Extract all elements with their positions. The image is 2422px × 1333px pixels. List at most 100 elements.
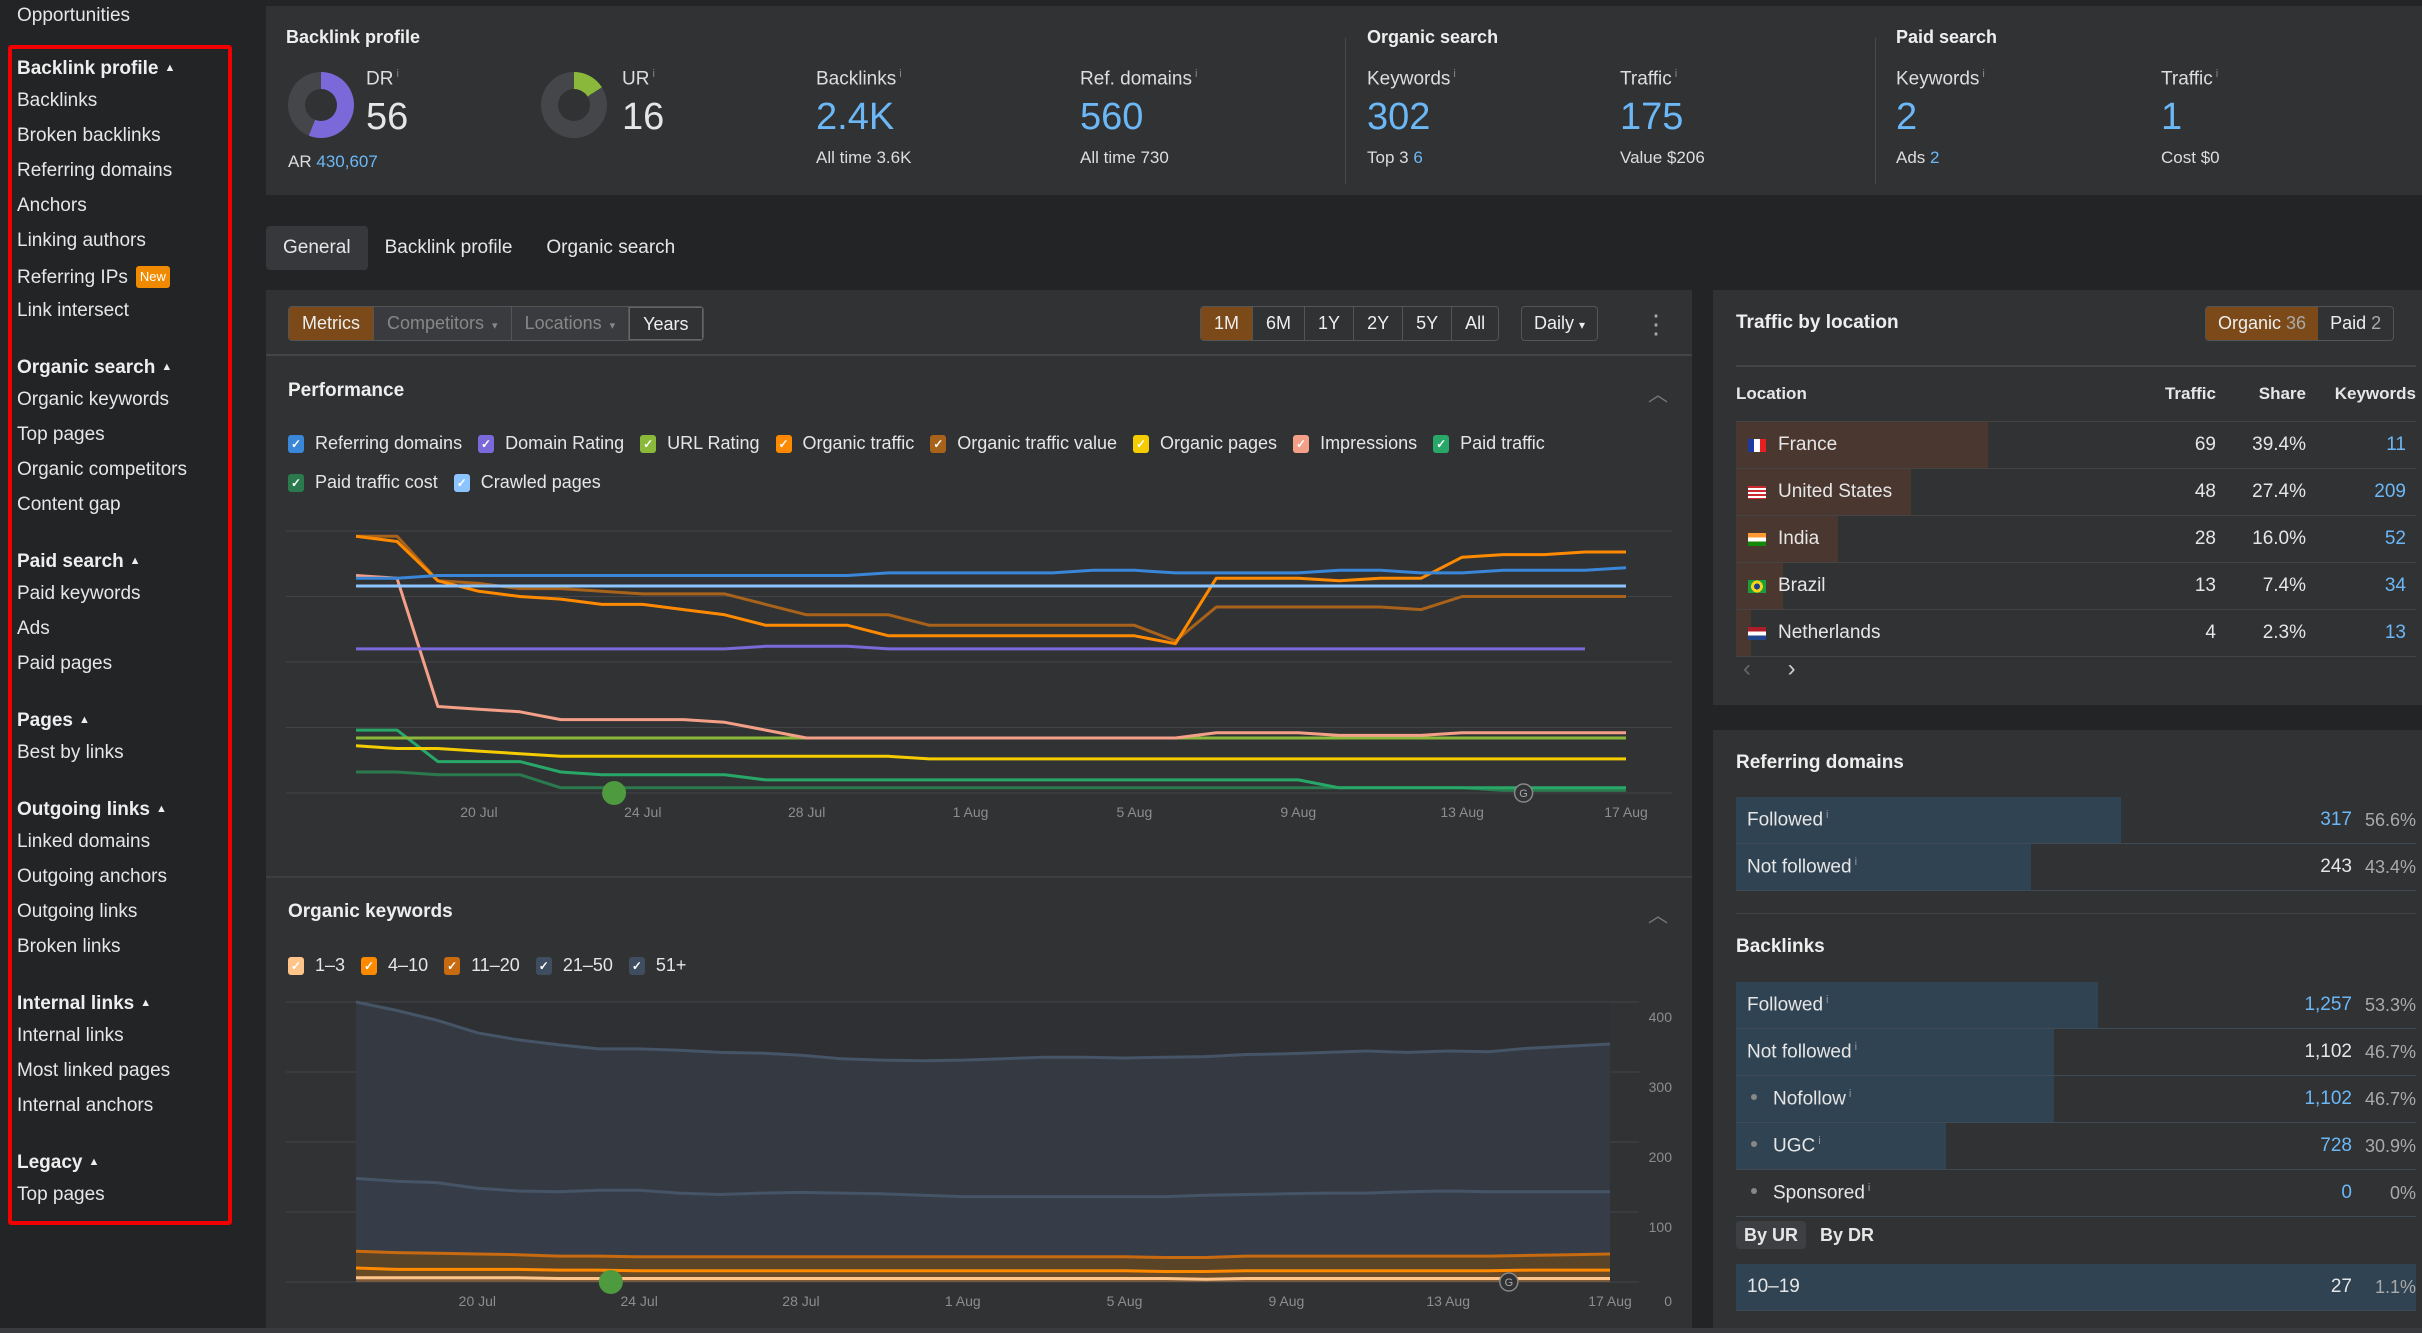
interval-dropdown[interactable]: Daily ▾ bbox=[1521, 306, 1599, 341]
keywords-cell[interactable]: 34 bbox=[2306, 575, 2416, 597]
checkbox-checked-icon[interactable]: ✓ bbox=[288, 956, 304, 975]
sidebar-item-internal-anchors[interactable]: Internal anchors bbox=[17, 1096, 227, 1131]
keywords-cell[interactable]: 52 bbox=[2306, 528, 2416, 550]
ads-value[interactable]: 2 bbox=[1930, 148, 1939, 167]
ref-domains-value[interactable]: 560 bbox=[1080, 96, 1197, 140]
info-icon[interactable]: i bbox=[1826, 994, 1828, 1006]
sidebar-item-content-gap[interactable]: Content gap bbox=[17, 495, 227, 530]
checkbox-checked-icon[interactable]: ✓ bbox=[288, 473, 304, 492]
sidebar-heading-pages[interactable]: Pages ▲ bbox=[17, 708, 227, 743]
sidebar-heading-paid-search[interactable]: Paid search ▲ bbox=[17, 549, 227, 584]
tab-backlink-profile[interactable]: Backlink profile bbox=[368, 226, 530, 270]
toggle-paid[interactable]: Paid 2 bbox=[2318, 307, 2393, 340]
sidebar-item-referring-domains[interactable]: Referring domains bbox=[17, 161, 227, 196]
sidebar-item-linked-domains[interactable]: Linked domains bbox=[17, 832, 227, 867]
breakdown-row-nofollow[interactable]: Nofollow i 1,102 46.7% bbox=[1736, 1076, 2416, 1123]
info-icon[interactable]: i bbox=[1818, 1135, 1820, 1147]
sidebar-item-organic-competitors[interactable]: Organic competitors bbox=[17, 460, 227, 495]
legend-item-1-3[interactable]: ✓ 1–3 bbox=[288, 946, 345, 985]
table-row[interactable]: Netherlands 4 2.3% 13 bbox=[1736, 610, 2416, 657]
keywords-cell[interactable]: 13 bbox=[2306, 622, 2416, 644]
range-6m-button[interactable]: 6M bbox=[1253, 307, 1306, 340]
legend-item-paid-traffic-cost[interactable]: ✓ Paid traffic cost bbox=[288, 463, 438, 502]
sidebar-item-backlinks[interactable]: Backlinks bbox=[17, 91, 227, 126]
legend-item-paid-traffic[interactable]: ✓ Paid traffic bbox=[1433, 424, 1545, 463]
count-value[interactable]: 728 bbox=[2262, 1135, 2352, 1157]
paid-traffic-value[interactable]: 1 bbox=[2161, 96, 2220, 140]
column-traffic[interactable]: Traffic bbox=[2146, 384, 2216, 404]
legend-item-impressions[interactable]: ✓ Impressions bbox=[1293, 424, 1417, 463]
breakdown-row-ugc[interactable]: UGC i 728 30.9% bbox=[1736, 1123, 2416, 1170]
subtab-by-ur[interactable]: By UR bbox=[1736, 1221, 1807, 1249]
sidebar-heading-backlink-profile[interactable]: Backlink profile ▲ bbox=[17, 56, 227, 91]
sidebar-item-outgoing-links[interactable]: Outgoing links bbox=[17, 902, 227, 937]
column-keywords[interactable]: Keywords bbox=[2306, 384, 2416, 404]
mode-locations-button[interactable]: Locations ▾ bbox=[511, 307, 630, 340]
range-2y-button[interactable]: 2Y bbox=[1354, 307, 1404, 340]
checkbox-checked-icon[interactable]: ✓ bbox=[1132, 434, 1149, 453]
keywords-cell[interactable]: 11 bbox=[2306, 434, 2416, 456]
sidebar-item-linking-authors[interactable]: Linking authors bbox=[17, 231, 227, 266]
sidebar-item-internal-links[interactable]: Internal links bbox=[17, 1026, 227, 1061]
sidebar-item-top-pages[interactable]: Top pages bbox=[17, 425, 227, 460]
sidebar-heading-outgoing-links[interactable]: Outgoing links ▲ bbox=[17, 797, 227, 832]
sidebar-item-anchors[interactable]: Anchors bbox=[17, 196, 227, 231]
column-share[interactable]: Share bbox=[2216, 384, 2306, 404]
count-value[interactable]: 1,257 bbox=[2262, 994, 2352, 1016]
checkbox-checked-icon[interactable]: ✓ bbox=[288, 434, 304, 453]
info-icon[interactable]: i bbox=[1849, 1088, 1851, 1100]
sidebar-item-paid-keywords[interactable]: Paid keywords bbox=[17, 584, 227, 619]
sidebar-item-paid-pages[interactable]: Paid pages bbox=[17, 654, 227, 689]
info-icon[interactable]: i bbox=[1195, 68, 1197, 80]
breakdown-row-followed[interactable]: Followed i 317 56.6% bbox=[1736, 797, 2416, 844]
location-name[interactable]: France bbox=[1778, 434, 1837, 456]
info-icon[interactable]: i bbox=[1868, 1182, 1870, 1194]
checkbox-checked-icon[interactable]: ✓ bbox=[535, 956, 552, 975]
info-icon[interactable]: i bbox=[652, 68, 654, 80]
table-row[interactable]: Brazil 13 7.4% 34 bbox=[1736, 563, 2416, 610]
mode-metrics-button[interactable]: Metrics bbox=[289, 307, 374, 340]
backlinks-value[interactable]: 2.4K bbox=[816, 96, 911, 140]
legend-item-21-50[interactable]: ✓ 21–50 bbox=[535, 946, 613, 985]
info-icon[interactable]: i bbox=[1826, 809, 1828, 821]
info-icon[interactable]: i bbox=[899, 68, 901, 80]
mode-competitors-button[interactable]: Competitors ▾ bbox=[374, 307, 512, 340]
count-value[interactable]: 317 bbox=[2262, 809, 2352, 831]
checkbox-checked-icon[interactable]: ✓ bbox=[628, 956, 645, 975]
location-name[interactable]: Brazil bbox=[1778, 575, 1826, 597]
breakdown-row-not-followed[interactable]: Not followed i 243 43.4% bbox=[1736, 844, 2416, 891]
sidebar-item-broken-backlinks[interactable]: Broken backlinks bbox=[17, 126, 227, 161]
collapse-icon[interactable]: ︿ bbox=[1648, 899, 1668, 928]
column-location[interactable]: Location bbox=[1736, 384, 2146, 404]
info-icon[interactable]: i bbox=[2216, 68, 2218, 80]
sidebar-item-link-intersect[interactable]: Link intersect bbox=[17, 301, 227, 336]
breakdown-row-not-followed[interactable]: Not followed i 1,102 46.7% bbox=[1736, 1029, 2416, 1076]
legend-item-crawled-pages[interactable]: ✓ Crawled pages bbox=[453, 463, 601, 502]
range-all-button[interactable]: All bbox=[1452, 307, 1498, 340]
breakdown-row-followed[interactable]: Followed i 1,257 53.3% bbox=[1736, 982, 2416, 1029]
sidebar-item-referring-ips[interactable]: Referring IPs New bbox=[17, 266, 227, 301]
sidebar-heading-organic-search[interactable]: Organic search ▲ bbox=[17, 355, 227, 390]
info-icon[interactable]: i bbox=[1855, 1041, 1857, 1053]
sidebar-item-top-pages[interactable]: Top pages bbox=[17, 1185, 227, 1220]
mode-years-button[interactable]: Years bbox=[629, 307, 703, 340]
range-1m-button[interactable]: 1M bbox=[1201, 307, 1254, 340]
legend-item-referring-domains[interactable]: ✓ Referring domains bbox=[288, 424, 462, 463]
table-row[interactable]: France 69 39.4% 11 bbox=[1736, 422, 2416, 469]
sidebar-item-best-by-links[interactable]: Best by links bbox=[17, 743, 227, 778]
sidebar-item-organic-keywords[interactable]: Organic keywords bbox=[17, 390, 227, 425]
range-1y-button[interactable]: 1Y bbox=[1305, 307, 1355, 340]
organic-traffic-value[interactable]: 175 bbox=[1620, 96, 1705, 140]
ar-value[interactable]: 430,607 bbox=[316, 152, 377, 171]
legend-item-51[interactable]: ✓ 51+ bbox=[628, 946, 686, 985]
info-icon[interactable]: i bbox=[396, 68, 398, 80]
info-icon[interactable]: i bbox=[1982, 68, 1984, 80]
sidebar-item-outgoing-anchors[interactable]: Outgoing anchors bbox=[17, 867, 227, 902]
sidebar-heading-internal-links[interactable]: Internal links ▲ bbox=[17, 991, 227, 1026]
sidebar-item-most-linked-pages[interactable]: Most linked pages bbox=[17, 1061, 227, 1096]
legend-item-11-20[interactable]: ✓ 11–20 bbox=[444, 946, 520, 985]
range-5y-button[interactable]: 5Y bbox=[1403, 307, 1453, 340]
sidebar-item-broken-links[interactable]: Broken links bbox=[17, 937, 227, 972]
checkbox-checked-icon[interactable]: ✓ bbox=[1293, 434, 1310, 453]
legend-item-organic-traffic-value[interactable]: ✓ Organic traffic value bbox=[930, 424, 1117, 463]
